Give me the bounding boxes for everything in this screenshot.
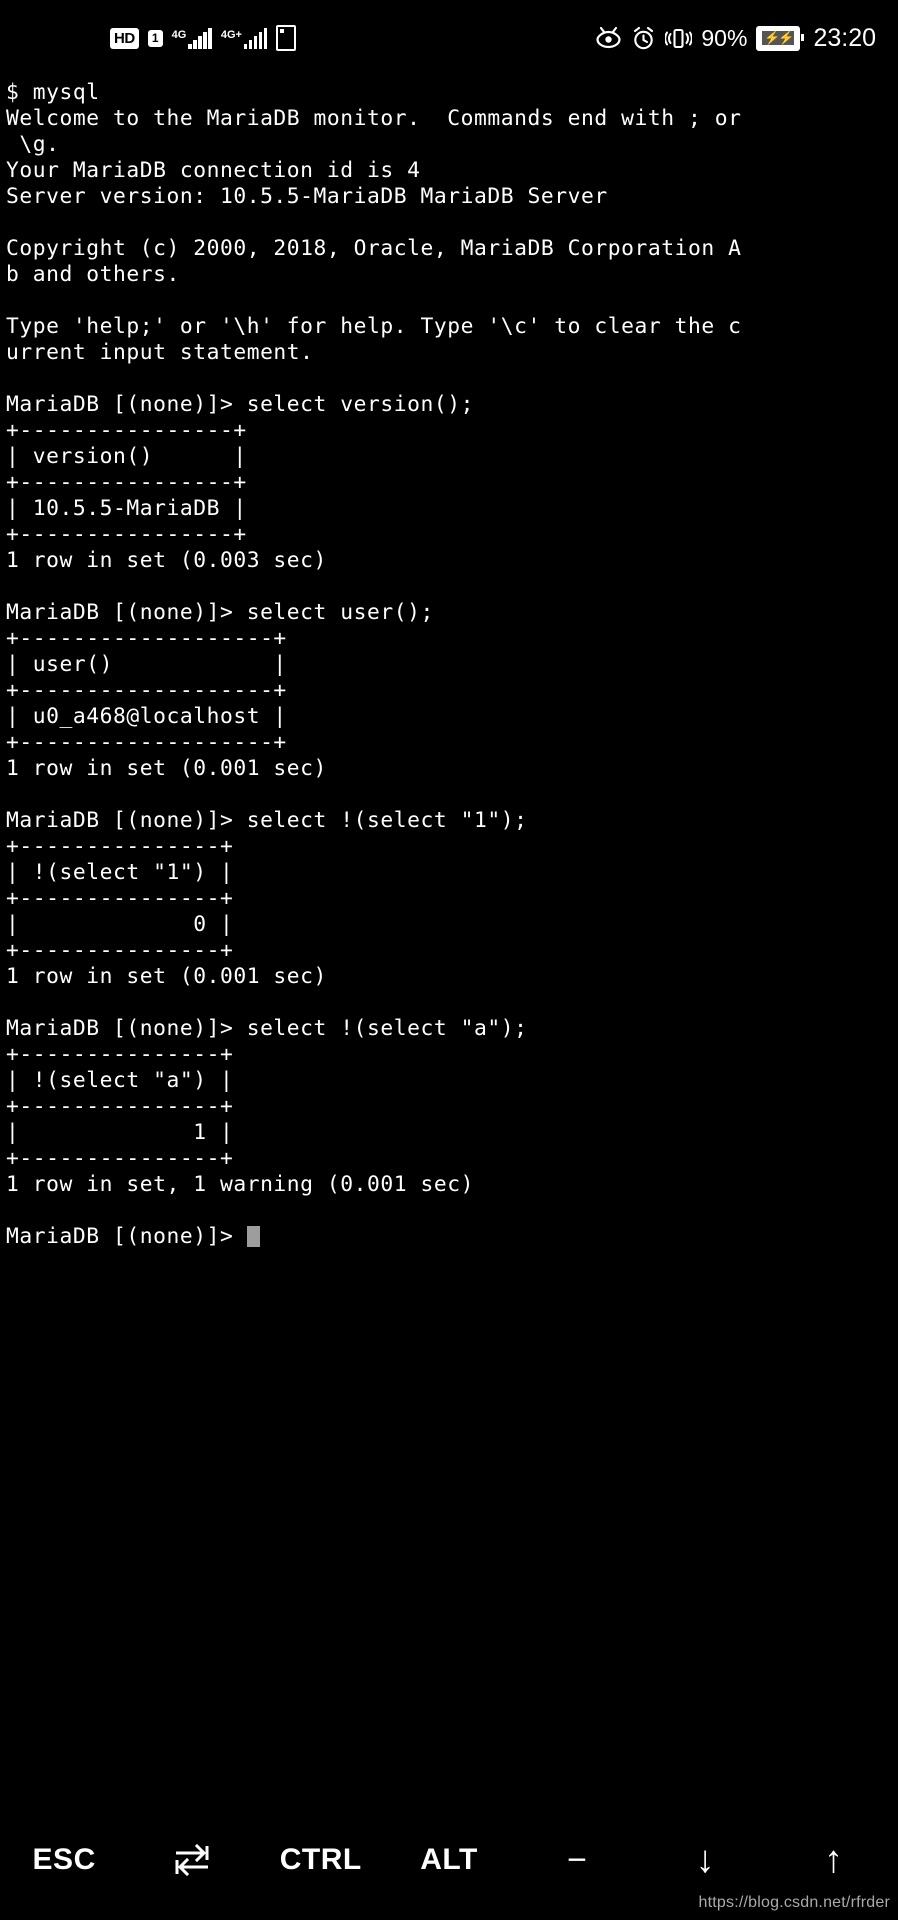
watermark-label: https://blog.csdn.net/rfrder: [698, 1894, 890, 1911]
status-bar-right-group: 90% ⚡⚡ 23:20: [595, 23, 876, 52]
sd-card-icon: [276, 25, 297, 51]
terminal-output[interactable]: $ mysql Welcome to the MariaDB monitor. …: [6, 80, 898, 1250]
status-bar: HD 1 4G 4G+ 90% ⚡⚡ 23:20: [0, 0, 898, 76]
terminal-cursor: [246, 1226, 260, 1247]
battery-percent-label: 90%: [701, 24, 748, 51]
signal-strength-4gplus-icon: 4G+: [221, 27, 268, 49]
minus-key[interactable]: −: [513, 1800, 641, 1920]
signal-bars-2-icon: [243, 28, 268, 49]
sim-slot-icon: 1: [147, 29, 163, 47]
vibrate-mode-icon: [665, 26, 693, 51]
arrow-up-icon: ↑: [824, 1839, 844, 1881]
ctrl-key[interactable]: CTRL: [257, 1800, 385, 1920]
alarm-clock-icon: [631, 26, 656, 51]
status-bar-left-group: HD 1 4G 4G+: [18, 25, 297, 51]
battery-charging-bolts: ⚡⚡: [762, 30, 795, 45]
battery-charging-icon: ⚡⚡: [756, 25, 805, 51]
terminal-screen[interactable]: $ mysql Welcome to the MariaDB monitor. …: [0, 76, 898, 1800]
signal-strength-4g-icon: 4G: [172, 27, 212, 49]
eye-comfort-icon: [595, 26, 622, 50]
network-type-4gplus-label: 4G+: [220, 29, 242, 41]
signal-bars-1-icon: [188, 28, 212, 49]
alt-key[interactable]: ALT: [385, 1800, 513, 1920]
tab-key[interactable]: [128, 1800, 256, 1920]
esc-key[interactable]: ESC: [0, 1800, 128, 1920]
arrow-down-icon: ↓: [695, 1839, 716, 1881]
status-bar-clock: 23:20: [813, 23, 876, 52]
network-type-4g-label: 4G: [171, 29, 187, 41]
hd-voice-icon: HD: [110, 27, 139, 49]
